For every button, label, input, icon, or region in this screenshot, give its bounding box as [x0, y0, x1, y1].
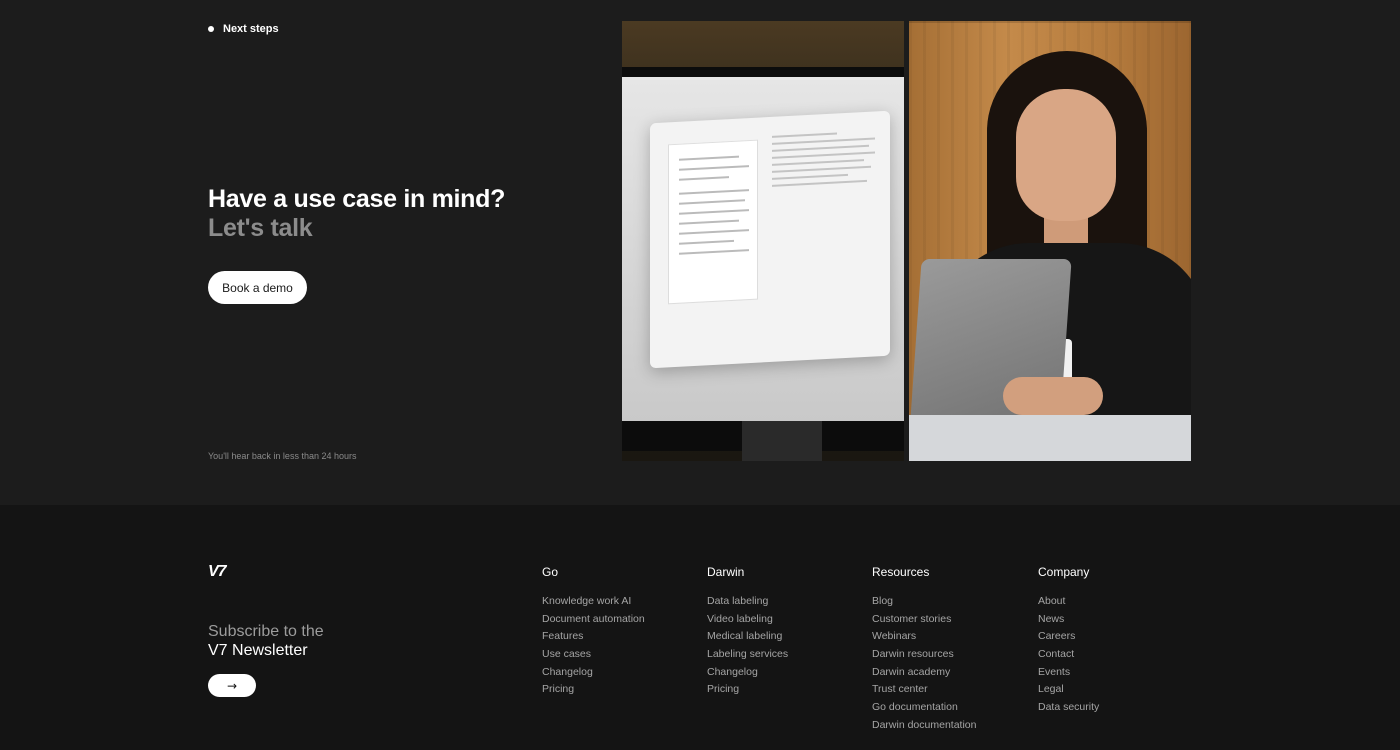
- footer-column-title: Darwin: [707, 565, 745, 579]
- cta-section: Next steps Have a use case in mind? Let'…: [0, 0, 1400, 505]
- footer-link[interactable]: Data labeling: [707, 593, 788, 611]
- newsletter-heading: Subscribe to the V7 Newsletter: [208, 622, 324, 660]
- newsletter-line-2: V7 Newsletter: [208, 642, 308, 659]
- footer-column-title: Company: [1038, 565, 1090, 579]
- site-footer: V7 Subscribe to the V7 Newsletter → Go K…: [0, 505, 1400, 750]
- footer-column-go: Go Knowledge work AI Document automation…: [542, 565, 645, 699]
- newsletter-line-1: Subscribe to the: [208, 623, 324, 640]
- cta-headline: Have a use case in mind? Let's talk: [208, 185, 505, 243]
- footer-link[interactable]: News: [1038, 611, 1099, 629]
- footer-link[interactable]: Document automation: [542, 611, 645, 629]
- footer-link[interactable]: Knowledge work AI: [542, 593, 645, 611]
- v7-logo[interactable]: V7: [208, 563, 227, 581]
- cta-headline-secondary: Let's talk: [208, 214, 313, 242]
- person-photo-image: [909, 21, 1191, 461]
- cta-headline-primary: Have a use case in mind?: [208, 185, 506, 213]
- footer-link[interactable]: Darwin documentation: [872, 717, 976, 735]
- footer-link[interactable]: Pricing: [542, 681, 645, 699]
- product-screenshot-image: [622, 21, 904, 461]
- footer-column-title: Resources: [872, 565, 930, 579]
- arrow-right-icon: →: [226, 678, 238, 693]
- footer-column-resources: Resources Blog Customer stories Webinars…: [872, 565, 976, 735]
- footer-link[interactable]: Labeling services: [707, 646, 788, 664]
- footer-column-title: Go: [542, 565, 559, 579]
- footer-link[interactable]: Events: [1038, 664, 1099, 682]
- footer-link[interactable]: Medical labeling: [707, 628, 788, 646]
- footer-link[interactable]: Go documentation: [872, 699, 976, 717]
- footer-link[interactable]: Data security: [1038, 699, 1099, 717]
- footer-link[interactable]: Features: [542, 628, 645, 646]
- response-time-note: You'll hear back in less than 24 hours: [208, 451, 357, 461]
- footer-column-company: Company About News Careers Contact Event…: [1038, 565, 1099, 717]
- footer-link[interactable]: Trust center: [872, 681, 976, 699]
- subscribe-button[interactable]: →: [208, 674, 256, 697]
- footer-column-darwin: Darwin Data labeling Video labeling Medi…: [707, 565, 788, 699]
- footer-link[interactable]: Darwin resources: [872, 646, 976, 664]
- eyebrow: Next steps: [208, 23, 279, 35]
- footer-link[interactable]: Customer stories: [872, 611, 976, 629]
- footer-link[interactable]: Blog: [872, 593, 976, 611]
- footer-link[interactable]: Use cases: [542, 646, 645, 664]
- footer-link[interactable]: About: [1038, 593, 1099, 611]
- book-demo-button[interactable]: Book a demo: [208, 271, 307, 304]
- footer-link[interactable]: Contact: [1038, 646, 1099, 664]
- footer-link[interactable]: Careers: [1038, 628, 1099, 646]
- footer-link[interactable]: Webinars: [872, 628, 976, 646]
- footer-link[interactable]: Legal: [1038, 681, 1099, 699]
- footer-link[interactable]: Darwin academy: [872, 664, 976, 682]
- footer-link[interactable]: Changelog: [542, 664, 645, 682]
- footer-link[interactable]: Pricing: [707, 681, 788, 699]
- bullet-dot-icon: [208, 26, 214, 32]
- footer-link[interactable]: Video labeling: [707, 611, 788, 629]
- eyebrow-label: Next steps: [223, 23, 279, 35]
- footer-link[interactable]: Changelog: [707, 664, 788, 682]
